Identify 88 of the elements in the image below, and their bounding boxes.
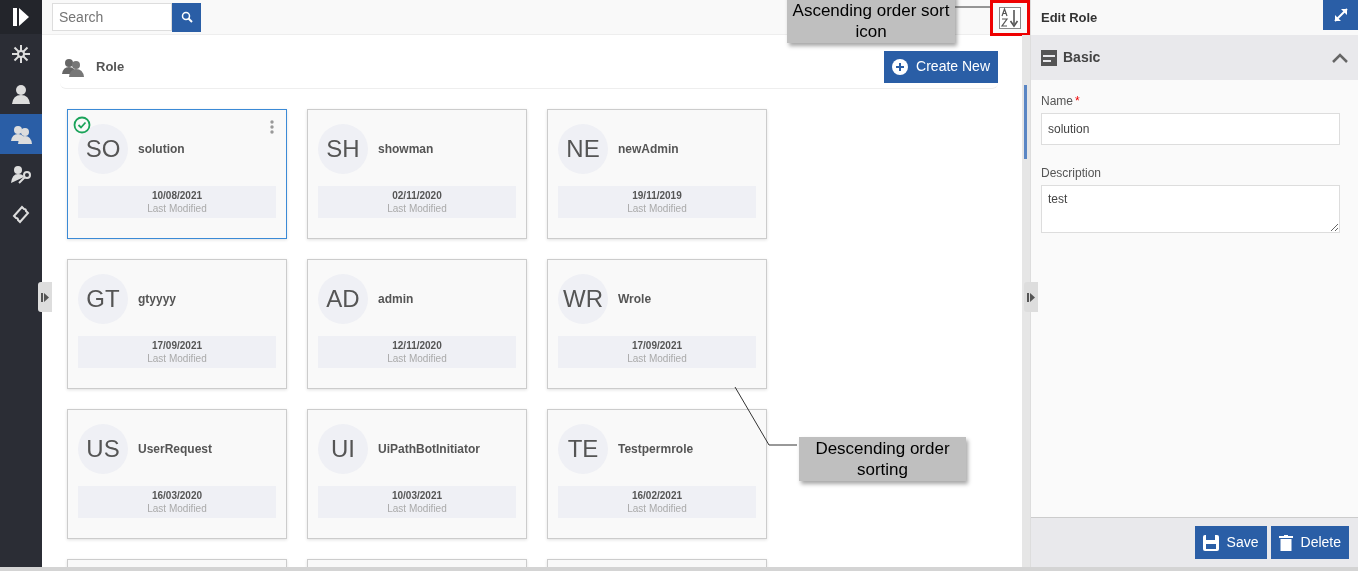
- sort-icon: [999, 7, 1021, 29]
- name-field[interactable]: solution: [1041, 113, 1340, 145]
- role-name: UiPathBotInitiator: [378, 441, 480, 458]
- leader-line: [734, 386, 798, 446]
- scrollbar-thumb[interactable]: [1024, 85, 1027, 159]
- user-icon: [10, 83, 32, 105]
- role-card[interactable]: US UserRequest 16/03/2020 Last Modified: [67, 409, 287, 539]
- field-label: Name *: [1041, 93, 1081, 110]
- more-options-icon: [270, 120, 274, 134]
- role-name: showman: [378, 141, 434, 158]
- play-logo-icon: [13, 8, 29, 26]
- users-icon: [10, 123, 32, 145]
- modified-date: 10/08/2021: [151, 189, 203, 202]
- sort-button[interactable]: [990, 0, 1030, 36]
- save-icon: [1202, 534, 1219, 551]
- page-title: Role: [96, 57, 125, 76]
- modified-date: 16/02/2021: [631, 489, 683, 502]
- date-label: Last Modified: [387, 502, 447, 515]
- search-field[interactable]: Search: [52, 3, 172, 31]
- expand-arrow-icon: [1027, 292, 1035, 302]
- date-label: Last Modified: [387, 202, 447, 215]
- role-card[interactable]: UI UiPathBotInitiator 10/03/2021 Last Modified: [307, 409, 527, 539]
- role-name: admin: [378, 291, 414, 308]
- form-icon: [1041, 49, 1057, 66]
- section-header[interactable]: Basic: [1031, 35, 1358, 80]
- expand-arrow-icon: [41, 292, 49, 302]
- role-card[interactable]: SH showman 02/11/2020 Last Modified: [307, 109, 527, 239]
- expand-button[interactable]: [1323, 0, 1358, 30]
- check-circle-icon: [73, 116, 91, 134]
- search-button[interactable]: [172, 2, 201, 32]
- role-card[interactable]: AD admin 12/11/2020 Last Modified: [307, 259, 527, 389]
- avatar-initials: AD: [318, 274, 368, 324]
- sidebar-item[interactable]: [0, 114, 42, 154]
- avatar-initials: GT: [78, 274, 128, 324]
- date-label: Last Modified: [147, 502, 207, 515]
- modified-date: 17/09/2021: [151, 339, 203, 352]
- role-card[interactable]: SO solution 10/08/2021 Last Modified: [67, 109, 287, 239]
- role-name: UserRequest: [138, 441, 213, 458]
- modified-date: 17/09/2021: [631, 339, 683, 352]
- role-card[interactable]: TE Testpermrole 16/02/2021 Last Modified: [547, 409, 767, 539]
- description-field[interactable]: test: [1041, 185, 1340, 233]
- avatar-initials: UI: [318, 424, 368, 474]
- role-card[interactable]: GT gtyyyy 17/09/2021 Last Modified: [67, 259, 287, 389]
- plus-circle-icon: [892, 58, 909, 75]
- search-icon: [180, 11, 193, 23]
- avatar-initials: NE: [558, 124, 608, 174]
- collapse-handle[interactable]: [38, 282, 52, 312]
- avatar-initials: SO: [78, 124, 128, 174]
- role-name: Testpermrole: [618, 441, 694, 458]
- date-label: Last Modified: [627, 502, 687, 515]
- trash-icon: [1278, 534, 1293, 551]
- user-key-icon: [10, 163, 32, 185]
- users-icon: [62, 56, 84, 77]
- modified-date: 10/03/2021: [391, 489, 443, 502]
- callout-label: Ascending order sort icon: [787, 0, 955, 43]
- role-card[interactable]: WR Wrole 17/09/2021 Last Modified: [547, 259, 767, 389]
- modified-date: 12/11/2020: [392, 339, 442, 352]
- network-icon: [10, 43, 32, 65]
- leader-line: [954, 6, 991, 8]
- avatar-initials: TE: [558, 424, 608, 474]
- callout-label: Descending order sorting: [799, 437, 966, 481]
- modified-date: 19/11/2019: [632, 189, 682, 202]
- role-name: Wrole: [618, 291, 652, 308]
- date-label: Last Modified: [387, 352, 447, 365]
- date-label: Last Modified: [627, 202, 687, 215]
- field-label: Description: [1041, 165, 1103, 182]
- modified-date: 02/11/2020: [392, 189, 442, 202]
- chevron-up-icon: [1332, 52, 1348, 63]
- avatar-initials: US: [78, 424, 128, 474]
- modified-date: 16/03/2020: [151, 489, 203, 502]
- avatar-initials: WR: [558, 274, 608, 324]
- role-name: solution: [138, 141, 185, 158]
- role-card[interactable]: NE newAdmin 19/11/2019 Last Modified: [547, 109, 767, 239]
- expand-icon: [1332, 7, 1349, 23]
- date-label: Last Modified: [147, 202, 207, 215]
- create-new-button[interactable]: Create New: [884, 50, 998, 83]
- delete-button[interactable]: Delete: [1270, 526, 1349, 559]
- ticket-icon: [10, 203, 32, 225]
- avatar-initials: SH: [318, 124, 368, 174]
- date-label: Last Modified: [147, 352, 207, 365]
- date-label: Last Modified: [627, 352, 687, 365]
- role-name: gtyyyy: [138, 291, 177, 308]
- panel-title: Edit Role: [1041, 8, 1098, 27]
- required-mark: *: [1075, 94, 1080, 108]
- role-name: newAdmin: [618, 141, 679, 158]
- section-title: Basic: [1063, 48, 1101, 67]
- collapse-handle[interactable]: [1024, 282, 1038, 312]
- save-button[interactable]: Save: [1194, 526, 1267, 559]
